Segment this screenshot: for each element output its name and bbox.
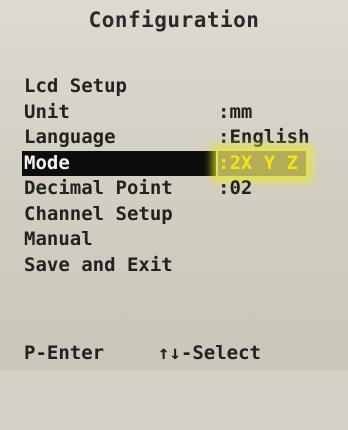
menu-item-label: Lcd Setup bbox=[24, 75, 127, 97]
menu-item-unit[interactable]: Unit :mm bbox=[24, 100, 348, 126]
menu-item-decimal-point[interactable]: Decimal Point :02 bbox=[24, 176, 348, 202]
menu-item-channel-setup[interactable]: Channel Setup bbox=[24, 202, 348, 228]
select-hint: ↑↓-Select bbox=[158, 342, 261, 364]
menu-item-mode[interactable]: Mode :2X Y Z bbox=[22, 150, 307, 176]
menu-item-value: :English bbox=[218, 126, 310, 148]
menu-item-save-and-exit[interactable]: Save and Exit bbox=[24, 253, 348, 279]
page-title: Configuration bbox=[88, 8, 260, 32]
menu-item-value: :2X Y Z bbox=[218, 150, 307, 176]
menu-item-label: Mode bbox=[24, 151, 70, 174]
menu-item-lcd-setup[interactable]: Lcd Setup bbox=[24, 74, 348, 100]
menu-item-value: :mm bbox=[218, 100, 253, 123]
menu-item-manual[interactable]: Manual bbox=[24, 227, 348, 253]
menu-item-label: Manual bbox=[24, 228, 93, 250]
menu-item-value: :02 bbox=[218, 177, 253, 199]
lcd-screen: Configuration Lcd Setup Unit :mm Languag… bbox=[0, 0, 348, 370]
menu-item-label: Channel Setup bbox=[24, 202, 173, 225]
enter-hint: P-Enter bbox=[24, 342, 105, 364]
menu-item-label: Decimal Point bbox=[24, 177, 173, 199]
menu-item-language[interactable]: Language :English bbox=[24, 125, 348, 151]
configuration-menu: Lcd Setup Unit :mm Language :English Mod… bbox=[22, 74, 348, 279]
footer-hints: P-Enter ↑↓-Select bbox=[24, 342, 348, 430]
menu-item-label: Unit bbox=[24, 100, 70, 123]
menu-item-label: Language bbox=[24, 126, 116, 148]
menu-item-label: Save and Exit bbox=[24, 253, 173, 276]
